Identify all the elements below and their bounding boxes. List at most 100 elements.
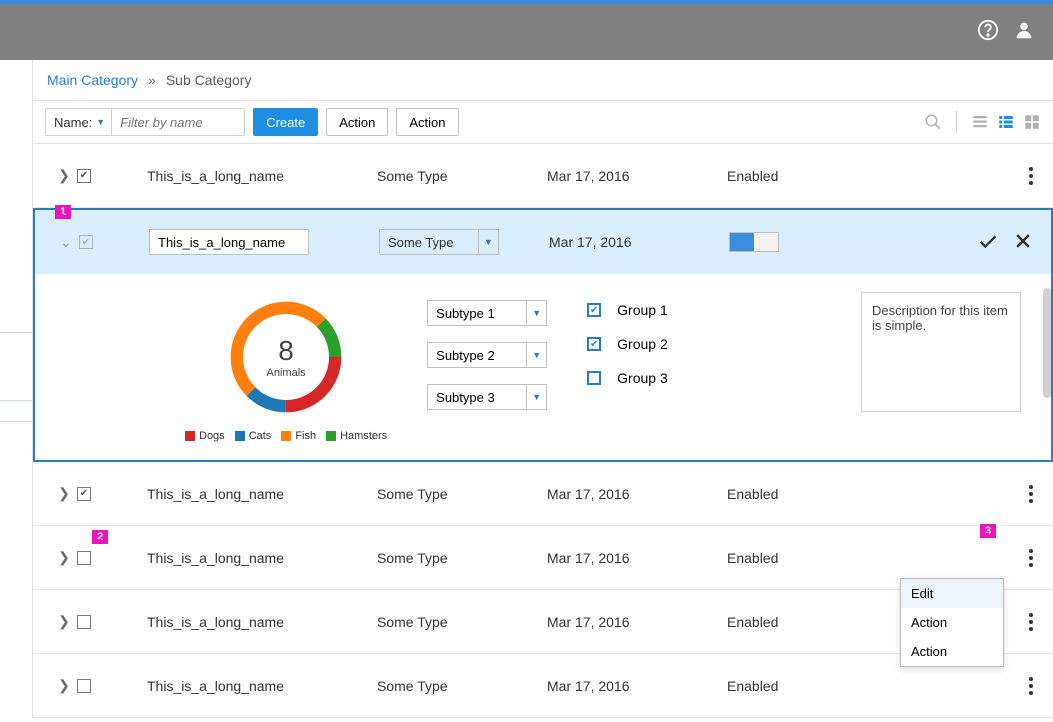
filter-type-dropdown[interactable]: Name: ▼ <box>46 109 112 135</box>
caret-down-icon: ▼ <box>96 117 105 127</box>
create-button[interactable]: Create <box>253 108 318 136</box>
row-date: Mar 17, 2016 <box>547 168 727 184</box>
row-date: Mar 17, 2016 <box>547 614 727 630</box>
breadcrumb: Main Category » Sub Category <box>33 60 1053 101</box>
row-name-input[interactable] <box>149 229 309 255</box>
row-type: Some Type <box>377 678 547 694</box>
expand-toggle[interactable]: ❯ <box>51 613 77 630</box>
help-icon[interactable] <box>977 19 999 46</box>
view-list-icon[interactable] <box>997 113 1015 131</box>
row-actions-kebab[interactable] <box>1023 543 1035 573</box>
expand-toggle[interactable]: ❯ <box>51 677 77 694</box>
filter-label: Name: <box>54 115 92 130</box>
expand-toggle[interactable]: ❯ <box>51 549 77 566</box>
toolbar: Name: ▼ Create Action Action <box>33 101 1053 144</box>
menu-item-action[interactable]: Action <box>901 637 1003 666</box>
search-icon[interactable] <box>924 113 942 131</box>
caret-down-icon: ▼ <box>526 343 546 367</box>
annotation-badge-2: 2 <box>92 530 108 544</box>
chart-center-label: Animals <box>267 367 306 379</box>
left-sidebar-stub <box>0 400 32 422</box>
subtype-select-3[interactable]: Subtype 3▼ <box>427 384 547 410</box>
confirm-icon[interactable] <box>977 230 999 255</box>
view-grid-icon[interactable] <box>1023 113 1041 131</box>
row-status: Enabled <box>727 614 927 630</box>
list-row: ❯ ✔ This_is_a_long_name Some Type Mar 17… <box>33 144 1053 208</box>
subtype-select-1[interactable]: Subtype 1▼ <box>427 300 547 326</box>
annotation-badge-3: 3 <box>980 524 996 538</box>
expand-toggle[interactable]: ❯ <box>51 167 77 184</box>
user-icon[interactable] <box>1013 19 1035 46</box>
row-name: This_is_a_long_name <box>147 678 377 694</box>
toolbar-divider <box>956 111 957 133</box>
caret-down-icon: ▼ <box>526 301 546 325</box>
row-actions-kebab[interactable] <box>1023 479 1035 509</box>
subtype-value: Subtype 3 <box>428 390 526 405</box>
filter-wrapper: Name: ▼ <box>45 108 245 136</box>
description-textarea[interactable]: Description for this item is simple. <box>861 292 1021 412</box>
row-type-select[interactable]: Some Type ▼ <box>379 229 499 255</box>
caret-down-icon: ▼ <box>478 230 498 254</box>
group-checkbox[interactable] <box>587 371 601 385</box>
view-list-dense-icon[interactable] <box>971 113 989 131</box>
row-checkbox[interactable] <box>77 679 91 693</box>
row-actions-kebab[interactable] <box>1023 671 1035 701</box>
chart-legend: Dogs Cats Fish Hamsters <box>185 430 387 442</box>
caret-down-icon: ▼ <box>526 385 546 409</box>
row-actions-kebab[interactable] <box>1023 607 1035 637</box>
row-context-menu: Edit Action Action <box>900 578 1004 667</box>
legend-item: Dogs <box>199 430 225 442</box>
row-checkbox[interactable]: ✔ <box>77 169 91 183</box>
left-sidebar-stub <box>0 332 32 333</box>
group-checkbox[interactable]: ✔ <box>587 337 601 351</box>
row-date: Mar 17, 2016 <box>547 486 727 502</box>
row-checkbox[interactable]: ✔ <box>77 487 91 501</box>
row-checkbox[interactable] <box>77 551 91 565</box>
row-status: Enabled <box>727 550 927 566</box>
row-status: Enabled <box>727 678 927 694</box>
filter-input[interactable] <box>112 109 244 135</box>
row-name: This_is_a_long_name <box>147 486 377 502</box>
row-checkbox[interactable]: ✔ <box>79 235 93 249</box>
annotation-badge-1: 1 <box>55 205 71 219</box>
expand-toggle[interactable]: ⌄ <box>53 234 79 251</box>
group-label: Group 3 <box>617 370 668 386</box>
row-type: Some Type <box>377 550 547 566</box>
subtype-column: Subtype 1▼ Subtype 2▼ Subtype 3▼ <box>427 292 547 442</box>
status-toggle[interactable] <box>729 232 779 252</box>
legend-item: Hamsters <box>340 430 387 442</box>
group-column: ✔Group 1 ✔Group 2 Group 3 <box>587 292 668 442</box>
row-checkbox[interactable] <box>77 615 91 629</box>
donut-chart: 8 Animals Dogs Cats Fish Hamsters <box>185 292 387 442</box>
group-checkbox[interactable]: ✔ <box>587 303 601 317</box>
chart-center-value: 8 <box>278 335 294 367</box>
row-name: This_is_a_long_name <box>147 550 377 566</box>
menu-item-action[interactable]: Action <box>901 608 1003 637</box>
row-date: Mar 17, 2016 <box>547 678 727 694</box>
row-date: Mar 17, 2016 <box>549 234 729 250</box>
subtype-select-2[interactable]: Subtype 2▼ <box>427 342 547 368</box>
group-label: Group 2 <box>617 336 668 352</box>
row-date: Mar 17, 2016 <box>547 550 727 566</box>
menu-item-edit[interactable]: Edit <box>901 579 1003 608</box>
subtype-value: Subtype 1 <box>428 306 526 321</box>
action-button-2[interactable]: Action <box>396 108 458 136</box>
expanded-panel: 8 Animals Dogs Cats Fish Hamsters Subtyp… <box>33 274 1053 462</box>
breadcrumb-main[interactable]: Main Category <box>47 72 138 88</box>
expand-toggle[interactable]: ❯ <box>51 485 77 502</box>
row-status: Enabled <box>727 168 927 184</box>
row-type: Some Type <box>377 614 547 630</box>
row-status: Enabled <box>727 486 927 502</box>
action-button-1[interactable]: Action <box>326 108 388 136</box>
subtype-value: Subtype 2 <box>428 348 526 363</box>
row-type: Some Type <box>377 168 547 184</box>
app-header <box>0 4 1053 60</box>
type-select-value: Some Type <box>380 235 478 250</box>
legend-item: Fish <box>295 430 316 442</box>
scrollbar-thumb[interactable] <box>1043 288 1051 398</box>
breadcrumb-separator: » <box>148 72 156 88</box>
row-actions-kebab[interactable] <box>1023 161 1035 191</box>
row-type: Some Type <box>377 486 547 502</box>
list-row-selected: ⌄ ✔ Some Type ▼ Mar 17, 2016 <box>33 208 1053 274</box>
cancel-icon[interactable] <box>1013 231 1033 254</box>
